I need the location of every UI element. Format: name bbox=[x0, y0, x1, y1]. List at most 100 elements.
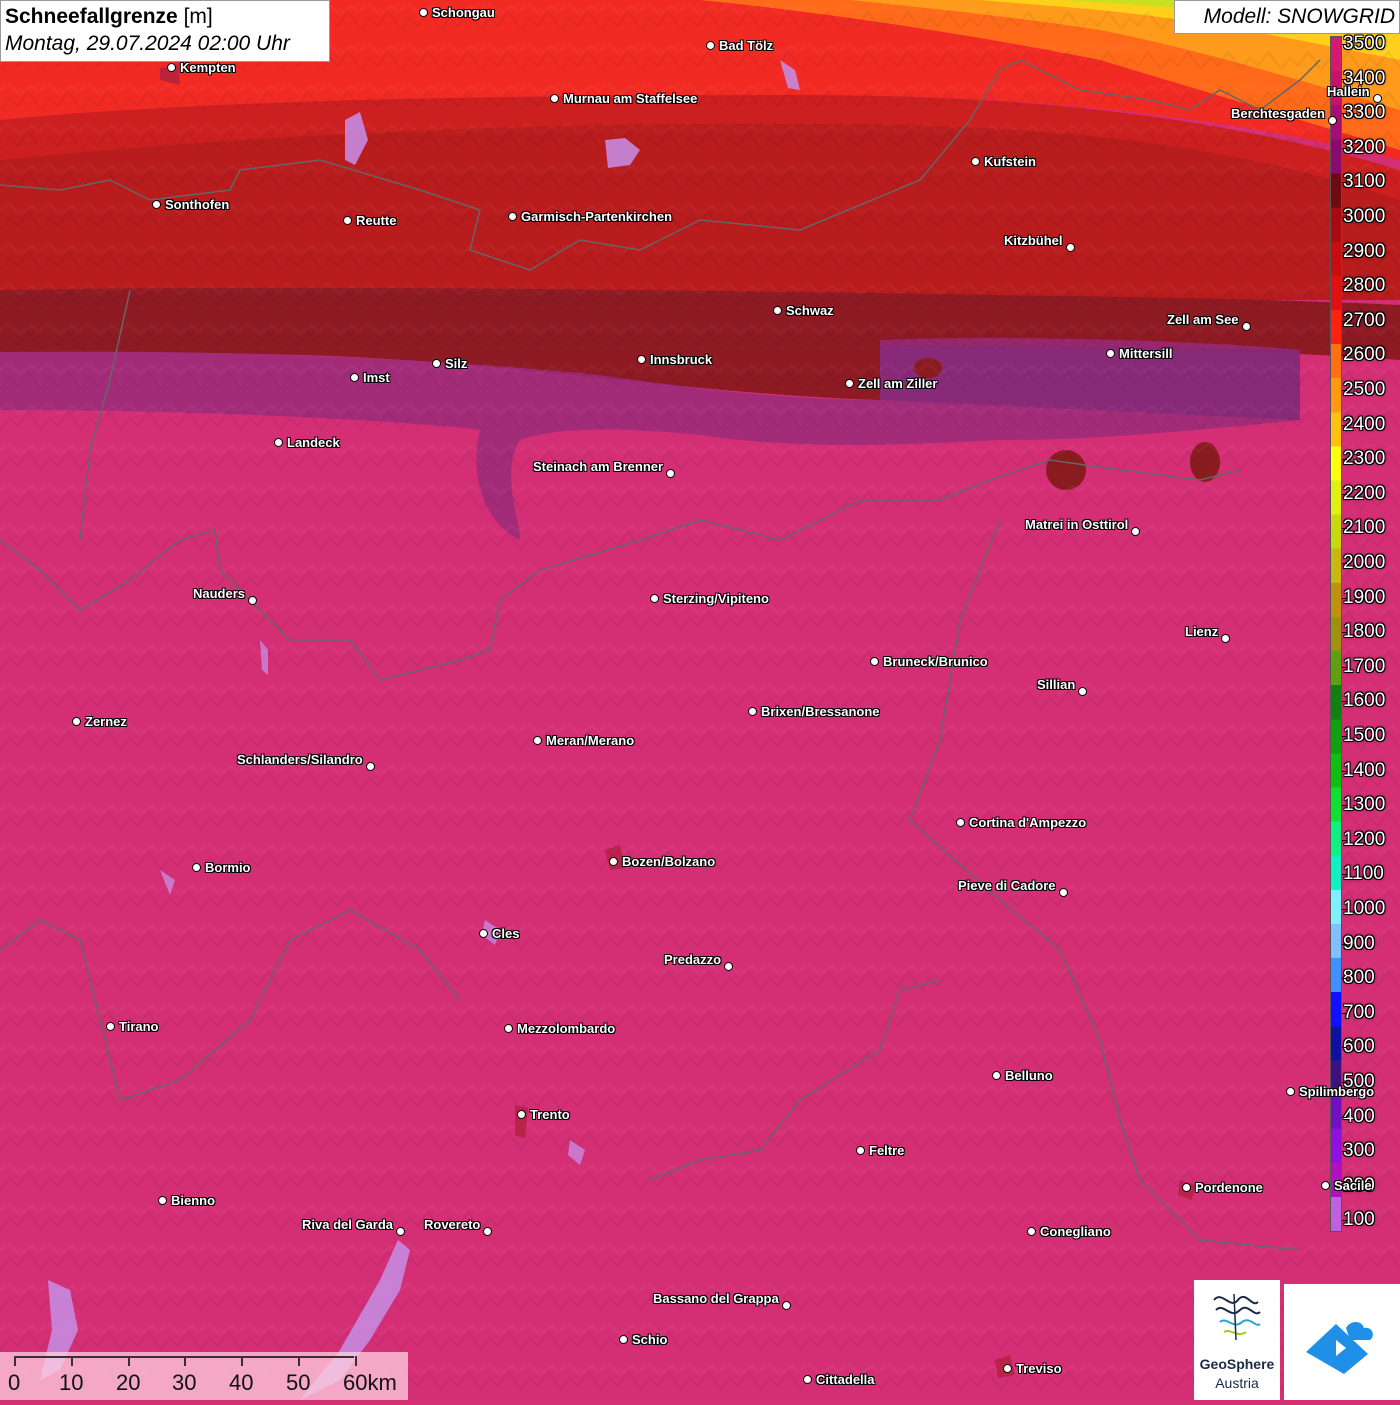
scale-label: 0 bbox=[8, 1370, 21, 1395]
city-label: Mezzolombardo bbox=[517, 1021, 616, 1036]
scale-tick bbox=[298, 1356, 300, 1366]
city-dot bbox=[706, 41, 715, 50]
legend-label: 2200 bbox=[1343, 482, 1386, 504]
city-dot bbox=[106, 1022, 115, 1031]
city-label: Cles bbox=[492, 926, 520, 941]
legend-label: 2100 bbox=[1343, 517, 1386, 539]
map-title-box: Schneefallgrenze [m] Montag, 29.07.2024 … bbox=[0, 0, 330, 62]
legend-tick bbox=[1342, 839, 1347, 841]
city-dot bbox=[724, 962, 733, 971]
legend-tick bbox=[1342, 217, 1347, 218]
city-dot bbox=[609, 857, 618, 866]
city-label: Tirano bbox=[119, 1019, 159, 1034]
city-label: Rovereto bbox=[424, 1217, 481, 1232]
city-dot bbox=[956, 818, 965, 827]
legend-label: 3500 bbox=[1343, 33, 1386, 54]
city-dot bbox=[158, 1196, 167, 1205]
city-label: Bozen/Bolzano bbox=[622, 854, 716, 869]
legend-tick bbox=[1342, 493, 1347, 495]
legend-tick bbox=[1342, 1082, 1347, 1083]
city-label: Zell am Ziller bbox=[858, 376, 938, 391]
geosphere-logo-icon bbox=[1213, 1293, 1261, 1341]
legend-tick bbox=[1342, 390, 1347, 391]
scale-label: 10 bbox=[59, 1370, 84, 1395]
city-label: Schwaz bbox=[786, 303, 834, 318]
legend-label: 2800 bbox=[1343, 275, 1386, 297]
city-dot bbox=[1221, 634, 1230, 643]
scale-tick bbox=[71, 1356, 73, 1366]
city-dot bbox=[748, 707, 757, 716]
legend-label: 1300 bbox=[1343, 794, 1386, 816]
legend-tick bbox=[1342, 770, 1347, 772]
scale-tick bbox=[184, 1356, 186, 1366]
legend-tick bbox=[1342, 320, 1347, 322]
city-label: Kempten bbox=[180, 60, 236, 75]
legend-label: 1100 bbox=[1343, 863, 1384, 885]
city-label: Feltre bbox=[869, 1143, 905, 1158]
city-label: Silz bbox=[445, 356, 468, 371]
city-label: Bad Tölz bbox=[719, 38, 774, 53]
city-label: Zernez bbox=[85, 714, 127, 729]
legend-tick bbox=[1342, 632, 1347, 634]
legend-tick bbox=[1342, 355, 1347, 357]
city-label: Nauders bbox=[193, 586, 246, 601]
city-dot bbox=[483, 1227, 492, 1236]
legend-label: 1900 bbox=[1343, 586, 1386, 608]
city-dot bbox=[479, 929, 488, 938]
legend-label: 400 bbox=[1343, 1105, 1375, 1127]
city-dot bbox=[782, 1301, 791, 1310]
city-dot bbox=[533, 736, 542, 745]
legend-label: 3000 bbox=[1343, 206, 1386, 227]
legend-tick bbox=[1342, 805, 1347, 807]
legend-label: 3300 bbox=[1343, 102, 1386, 124]
snow-app-logo[interactable] bbox=[1284, 1284, 1400, 1400]
geosphere-logo[interactable]: GeoSphere Austria bbox=[1194, 1280, 1280, 1400]
legend-label: 2700 bbox=[1343, 309, 1386, 331]
legend-tick bbox=[1342, 874, 1347, 876]
legend-tick bbox=[1342, 44, 1347, 45]
city-label: Hallein bbox=[1327, 84, 1370, 99]
city-dot bbox=[366, 762, 375, 771]
color-legend-bar bbox=[1330, 36, 1342, 1232]
city-label: Garmisch-Partenkirchen bbox=[521, 209, 673, 224]
city-dot bbox=[152, 200, 161, 209]
legend-tick bbox=[1342, 909, 1347, 910]
city-label: Conegliano bbox=[1040, 1224, 1111, 1239]
legend-label: 2400 bbox=[1343, 413, 1386, 435]
city-label: Kufstein bbox=[984, 154, 1036, 169]
city-dot bbox=[1286, 1087, 1295, 1096]
legend-tick bbox=[1342, 78, 1347, 80]
city-label: Innsbruck bbox=[650, 352, 713, 367]
legend-label: 1000 bbox=[1343, 898, 1386, 919]
city-dot bbox=[1321, 1181, 1330, 1190]
legend-tick bbox=[1342, 528, 1347, 530]
legend-label: 300 bbox=[1343, 1140, 1375, 1162]
legend-label: 1500 bbox=[1343, 725, 1386, 746]
scale-label: 30 bbox=[172, 1370, 197, 1395]
city-dot bbox=[1003, 1364, 1012, 1373]
city-dot bbox=[1182, 1183, 1191, 1192]
city-dot bbox=[1027, 1227, 1036, 1236]
city-label: Predazzo bbox=[664, 952, 722, 967]
legend-label: 100 bbox=[1343, 1209, 1375, 1231]
legend-label: 1200 bbox=[1343, 828, 1386, 850]
legend-tick bbox=[1342, 424, 1347, 426]
city-label: Meran/Merano bbox=[546, 733, 635, 748]
legend-tick bbox=[1342, 459, 1347, 461]
city-dot bbox=[192, 863, 201, 872]
city-dot bbox=[1066, 243, 1075, 252]
city-dot bbox=[419, 8, 428, 17]
city-label: Kitzbühel bbox=[1004, 233, 1063, 248]
city-label: Schlanders/Silandro bbox=[237, 752, 363, 767]
legend-tick bbox=[1342, 113, 1347, 115]
city-label: Treviso bbox=[1016, 1361, 1062, 1376]
city-label: Bormio bbox=[205, 860, 251, 875]
city-dot bbox=[343, 216, 352, 225]
city-dot bbox=[1328, 116, 1337, 125]
city-dot bbox=[1078, 687, 1087, 696]
city-dot bbox=[619, 1335, 628, 1344]
city-dot bbox=[650, 594, 659, 603]
geosphere-logo-subtext: Austria bbox=[1215, 1375, 1259, 1391]
legend-tick bbox=[1342, 666, 1347, 668]
legend-tick bbox=[1342, 978, 1347, 980]
